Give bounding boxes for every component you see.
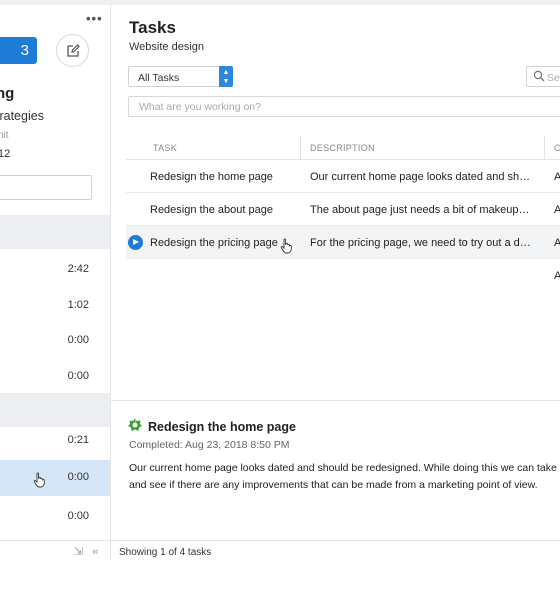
sidebar-search-input[interactable] (0, 175, 92, 200)
time-entry-row[interactable]: 0:00 (0, 359, 110, 395)
project-meta-value: 12 (0, 148, 11, 160)
sidebar-footer: ⇲ « (0, 540, 110, 560)
detail-description: Our current home page looks dated and sh… (129, 460, 560, 494)
task-extra: A (554, 270, 560, 282)
search-icon (533, 70, 545, 82)
edit-icon (66, 43, 80, 57)
time-entry-row-selected[interactable]: 0:00 (0, 460, 110, 496)
task-extra: A (554, 171, 560, 183)
time-entry-duration: 0:00 (67, 370, 89, 382)
project-subtitle: Website design (129, 41, 205, 53)
timer-start-label: 3 (20, 42, 29, 59)
timer-start-button[interactable]: 3 (0, 37, 37, 64)
task-description: The about page just needs a bit of makeu… (310, 204, 532, 216)
table-header: TASK DESCRIPTION C (126, 136, 560, 160)
select-arrows-icon: ▲ ▼ (219, 66, 233, 87)
sidebar: ••• 3 ng trategies nit 12 2:42 1:02 0:00… (0, 5, 111, 560)
hand-cursor-icon (280, 238, 292, 254)
time-entry-duration: 0:00 (67, 510, 89, 522)
task-extra: A (554, 237, 560, 249)
task-name: Redesign the about page (150, 204, 273, 216)
main-footer: Showing 1 of 4 tasks (111, 540, 560, 564)
more-options-icon[interactable]: ••• (86, 11, 103, 26)
table-row[interactable]: Redesign the home page Our current home … (126, 160, 560, 193)
time-entry-row[interactable]: 0:00 (0, 499, 110, 535)
task-filter-select[interactable]: All Tasks ▲ ▼ (128, 66, 233, 87)
group-header[interactable] (0, 215, 110, 249)
column-header-description[interactable]: DESCRIPTION (310, 143, 375, 153)
task-description: For the pricing page, we need to try out… (310, 237, 532, 249)
column-header-task[interactable]: TASK (153, 143, 177, 153)
edit-button[interactable] (56, 34, 89, 67)
detail-description-line: Our current home page looks dated and sh… (129, 462, 560, 474)
task-extra: A (554, 204, 560, 216)
results-count: Showing 1 of 4 tasks (119, 547, 212, 558)
time-entry-row[interactable]: 1:02 (0, 288, 110, 324)
time-entry-duration: 0:21 (67, 434, 89, 446)
task-search-input[interactable]: Se (526, 66, 560, 87)
play-icon[interactable] (128, 235, 143, 250)
project-name: ng (0, 85, 15, 102)
completed-task-icon (128, 418, 142, 431)
new-task-input[interactable] (128, 96, 560, 117)
time-entry-row[interactable]: 0:21 (0, 423, 110, 459)
time-entry-duration: 0:00 (67, 334, 89, 346)
table-row-hovered[interactable]: Redesign the pricing page For the pricin… (126, 226, 560, 259)
column-divider (300, 136, 301, 160)
time-entry-duration: 0:00 (67, 471, 89, 483)
project-meta-label: nit (0, 130, 9, 141)
detail-description-line: and see if there are any improvements th… (129, 479, 538, 491)
table-row[interactable]: A (126, 259, 560, 292)
task-name: Redesign the pricing page (150, 237, 278, 249)
task-detail-panel: Redesign the home page Completed: Aug 23… (111, 400, 560, 540)
main-panel: Tasks Website design All Tasks ▲▼ Se TAS… (111, 5, 560, 560)
collapse-sidebar-icon[interactable]: ⇲ « (74, 545, 101, 558)
page-title: Tasks (129, 18, 176, 37)
task-description: Our current home page looks dated and sh… (310, 171, 532, 183)
task-search-placeholder: Se (547, 72, 560, 84)
column-header-extra[interactable]: C (554, 143, 560, 153)
project-subtitle: trategies (0, 109, 44, 123)
table-row[interactable]: Redesign the about page The about page j… (126, 193, 560, 226)
detail-title: Redesign the home page (148, 420, 296, 434)
group-header[interactable] (0, 393, 110, 427)
time-entry-duration: 1:02 (67, 299, 89, 311)
tasks-table: TASK DESCRIPTION C Redesign the home pag… (126, 136, 560, 292)
time-entry-row[interactable]: 2:42 (0, 252, 110, 288)
hand-cursor-icon (33, 472, 45, 488)
task-filter-label: All Tasks (138, 72, 180, 84)
task-name: Redesign the home page (150, 171, 273, 183)
time-entry-row[interactable]: 0:00 (0, 323, 110, 359)
detail-completed-date: Completed: Aug 23, 2018 8:50 PM (129, 439, 290, 451)
column-divider (544, 136, 545, 160)
time-entry-duration: 2:42 (67, 263, 89, 275)
